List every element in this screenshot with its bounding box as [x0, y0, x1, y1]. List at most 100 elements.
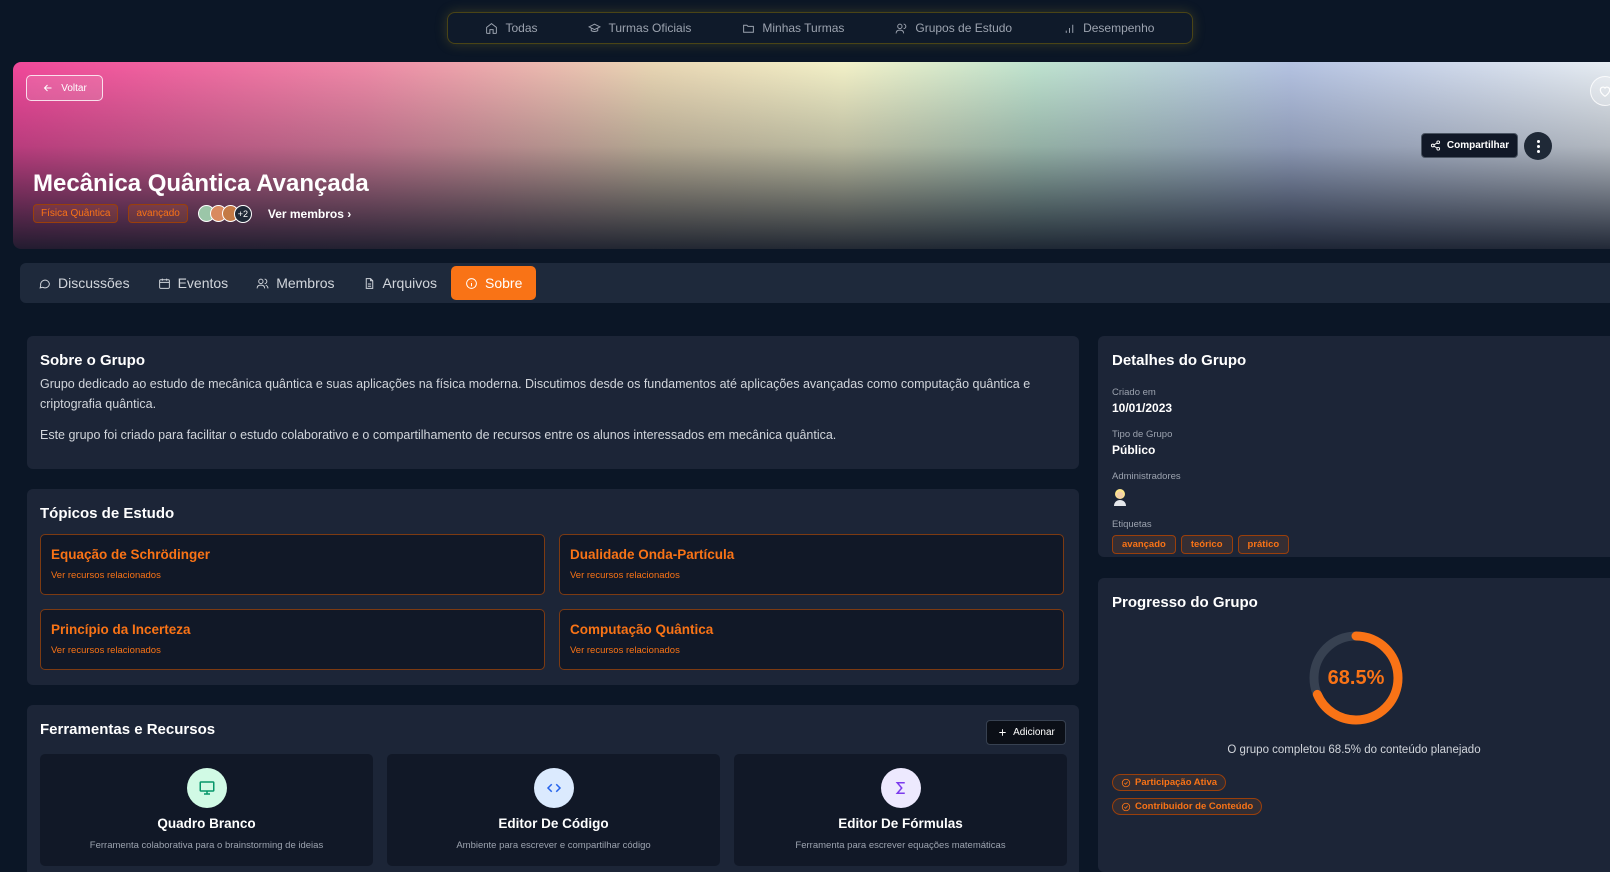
add-tool-button[interactable]: Adicionar	[986, 720, 1066, 745]
top-navigation: Todas Turmas Oficiais Minhas Turmas Grup…	[447, 12, 1193, 44]
tag-badge[interactable]: prático	[1237, 535, 1290, 554]
topics-card: Tópicos de Estudo Equação de Schrödinger…	[27, 489, 1079, 685]
arrow-left-icon	[43, 84, 52, 92]
check-circle-icon	[1121, 802, 1131, 811]
tools-grid: Quadro Branco Ferramenta colaborativa pa…	[40, 754, 1067, 866]
member-avatars[interactable]: +2	[197, 204, 252, 223]
graduation-cap-icon	[588, 23, 602, 32]
created-value: 10/01/2023	[1112, 401, 1173, 415]
progress-title: Progresso do Grupo	[1112, 594, 1258, 611]
progress-description: O grupo completou 68.5% do conteúdo plan…	[1227, 744, 1481, 756]
nav-minhas-turmas[interactable]: Minhas Turmas	[742, 21, 844, 35]
group-tabs: Discussões Eventos Membros Arquivos Sobr…	[20, 263, 1610, 303]
tags-label: Etiquetas	[1112, 519, 1152, 530]
created-label: Criado em	[1112, 387, 1156, 398]
users-icon	[895, 23, 907, 33]
tab-eventos[interactable]: Eventos	[144, 266, 243, 300]
badge-label: Contribuidor de Conteúdo	[1135, 801, 1254, 812]
folder-icon	[743, 24, 755, 33]
tab-sobre[interactable]: Sobre	[451, 266, 537, 300]
favorite-button[interactable]	[1590, 76, 1610, 106]
type-label: Tipo de Grupo	[1112, 429, 1173, 440]
nav-label: Todas	[505, 21, 538, 35]
tag-badge[interactable]: teórico	[1180, 535, 1233, 554]
more-members-count: +2	[233, 204, 252, 223]
topic-title: Princípio da Incerteza	[51, 622, 191, 637]
group-progress-card: Progresso do Grupo 68.5% O grupo complet…	[1098, 578, 1610, 872]
tool-description: Ambiente para escrever e compartilhar có…	[456, 840, 651, 851]
calendar-icon	[158, 278, 170, 289]
group-banner: Voltar Mecânica Quântica Avançada Física…	[13, 62, 1610, 249]
about-title: Sobre o Grupo	[40, 352, 145, 369]
tag-badge[interactable]: avançado	[1112, 535, 1176, 554]
admins-label: Administradores	[1112, 471, 1181, 482]
topic-resources-link[interactable]: Ver recursos relacionados	[570, 570, 1053, 581]
more-options-button[interactable]	[1524, 132, 1552, 160]
see-members-link[interactable]: Ver membros ›	[268, 207, 351, 221]
tool-code-editor[interactable]: Editor De Código Ambiente para escrever …	[387, 754, 720, 866]
tab-label: Membros	[276, 275, 335, 291]
back-label: Voltar	[61, 82, 87, 94]
group-details-card: Detalhes do Grupo Criado em 10/01/2023 T…	[1098, 336, 1610, 557]
share-label: Compartilhar	[1446, 140, 1510, 151]
topic-title: Computação Quântica	[570, 622, 714, 637]
topic-item[interactable]: Computação Quântica Ver recursos relacio…	[559, 609, 1064, 670]
tool-icon-bg	[186, 768, 227, 808]
file-text-icon	[365, 277, 373, 289]
tool-description: Ferramenta para escrever equações matemá…	[795, 840, 1006, 851]
plus-icon	[999, 729, 1006, 736]
nav-grupos-de-estudo[interactable]: Grupos de Estudo	[895, 21, 1012, 35]
achievement-badge: Contribuidor de Conteúdo	[1112, 798, 1263, 815]
tool-icon-bg	[533, 768, 574, 808]
heart-icon	[1599, 86, 1610, 97]
level-tag: avançado	[128, 204, 188, 223]
badge-label: Participação Ativa	[1135, 777, 1218, 788]
add-label: Adicionar	[1013, 727, 1055, 738]
info-icon	[466, 277, 477, 289]
group-title: Mecânica Quântica Avançada	[33, 170, 369, 197]
achievement-badge: Participação Ativa	[1112, 774, 1227, 791]
share-button[interactable]: Compartilhar	[1421, 133, 1518, 158]
tab-discussoes[interactable]: Discussões	[24, 266, 144, 300]
achievement-badges: Participação Ativa Contribuidor de Conte…	[1112, 774, 1263, 815]
topic-resources-link[interactable]: Ver recursos relacionados	[51, 645, 534, 656]
tools-title: Ferramentas e Recursos	[40, 721, 216, 738]
topic-title: Dualidade Onda-Partícula	[570, 547, 735, 562]
message-circle-icon	[39, 279, 50, 288]
progress-percentage: 68.5%	[1327, 666, 1385, 689]
tab-arquivos[interactable]: Arquivos	[349, 266, 451, 300]
tab-label: Arquivos	[382, 275, 438, 291]
details-title: Detalhes do Grupo	[1112, 352, 1247, 369]
topic-resources-link[interactable]: Ver recursos relacionados	[570, 645, 1053, 656]
nav-todas[interactable]: Todas	[485, 21, 538, 35]
sigma-icon	[895, 782, 905, 794]
monitor-icon	[199, 781, 214, 795]
tools-card: Ferramentas e Recursos Adicionar Quadro …	[27, 705, 1079, 872]
topics-grid: Equação de Schrödinger Ver recursos rela…	[40, 534, 1066, 670]
topic-resources-link[interactable]: Ver recursos relacionados	[51, 570, 534, 581]
topics-title: Tópicos de Estudo	[40, 505, 175, 522]
tool-whiteboard[interactable]: Quadro Branco Ferramenta colaborativa pa…	[40, 754, 373, 866]
check-circle-icon	[1121, 778, 1131, 787]
code-icon	[546, 783, 561, 793]
bar-chart-icon	[1065, 24, 1074, 33]
admin-avatar[interactable]	[1112, 488, 1128, 506]
nav-label: Desempenho	[1083, 21, 1155, 35]
about-card: Sobre o Grupo Grupo dedicado ao estudo d…	[27, 336, 1079, 469]
topic-item[interactable]: Equação de Schrödinger Ver recursos rela…	[40, 534, 545, 595]
tab-label: Sobre	[485, 275, 523, 291]
users-icon	[256, 278, 269, 288]
topic-title: Equação de Schrödinger	[51, 547, 211, 562]
tool-description: Ferramenta colaborativa para o brainstor…	[89, 840, 324, 851]
tab-membros[interactable]: Membros	[242, 266, 348, 300]
topic-item[interactable]: Princípio da Incerteza Ver recursos rela…	[40, 609, 545, 670]
tab-label: Discussões	[58, 275, 130, 291]
topic-item[interactable]: Dualidade Onda-Partícula Ver recursos re…	[559, 534, 1064, 595]
see-members-label: Ver membros	[267, 206, 344, 221]
category-tag: Física Quântica	[33, 204, 119, 223]
nav-turmas-oficiais[interactable]: Turmas Oficiais	[588, 21, 691, 35]
back-button[interactable]: Voltar	[26, 75, 103, 101]
nav-label: Minhas Turmas	[762, 21, 845, 35]
nav-desempenho[interactable]: Desempenho	[1063, 21, 1154, 35]
tool-formula-editor[interactable]: Editor De Fórmulas Ferramenta para escre…	[734, 754, 1067, 866]
